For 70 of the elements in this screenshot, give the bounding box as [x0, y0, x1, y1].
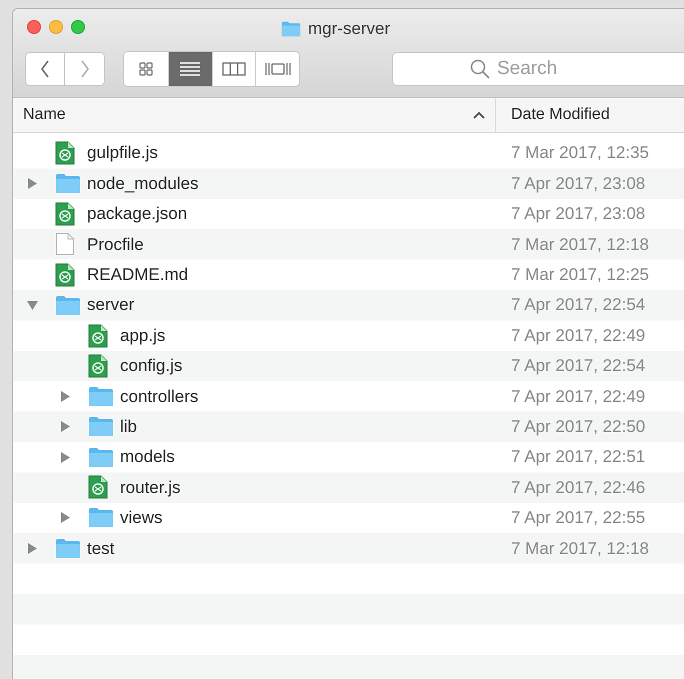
folder-icon	[88, 507, 114, 528]
script-file-icon	[88, 354, 108, 378]
file-name[interactable]: Procfile	[87, 232, 144, 258]
file-name[interactable]: test	[87, 536, 114, 562]
date-modified: 7 Mar 2017, 12:18	[510, 538, 649, 560]
search-field[interactable]: Search	[392, 52, 684, 86]
view-mode-button[interactable]	[168, 52, 212, 86]
date-modified: 7 Apr 2017, 22:55	[510, 507, 646, 530]
document-icon	[55, 232, 75, 256]
view-mode-button[interactable]	[255, 52, 299, 86]
file-name[interactable]: config.js	[120, 353, 182, 379]
view-mode-button[interactable]	[124, 52, 168, 86]
file-name[interactable]: node_modules	[87, 170, 199, 196]
file-name[interactable]: controllers	[120, 384, 198, 410]
date-modified: 7 Apr 2017, 22:54	[510, 294, 646, 316]
date-modified: 7 Apr 2017, 22:50	[510, 416, 646, 438]
cover-flow-icon	[264, 61, 292, 77]
folder-icon	[88, 446, 114, 468]
back-button[interactable]	[25, 52, 65, 86]
disclosure-triangle-icon[interactable]	[27, 300, 38, 311]
date-modified: 7 Apr 2017, 22:49	[510, 386, 646, 408]
disclosure-triangle-icon[interactable]	[60, 421, 71, 432]
disclosure-triangle-icon[interactable]	[60, 452, 71, 463]
zoom-button[interactable]	[71, 20, 85, 34]
folder-icon	[55, 538, 81, 559]
script-file-icon	[55, 202, 75, 226]
date-modified: 7 Apr 2017, 22:51	[510, 446, 646, 468]
date-modified: 7 Mar 2017, 12:35	[510, 142, 649, 164]
date-modified: 7 Apr 2017, 23:08	[510, 172, 646, 195]
chevron-right-icon	[80, 60, 90, 78]
column-header[interactable]: Name	[13, 98, 496, 132]
folder-icon	[88, 386, 114, 407]
folder-icon	[55, 294, 81, 316]
window-title: mgr-server	[308, 18, 390, 40]
disclosure-triangle-icon[interactable]	[27, 542, 38, 554]
file-name[interactable]: README.md	[87, 262, 188, 288]
column-header[interactable]: Date Modified	[496, 98, 684, 132]
file-name[interactable]: package.json	[87, 201, 188, 227]
script-file-icon	[88, 324, 108, 348]
file-name[interactable]: gulpfile.js	[87, 140, 158, 166]
disclosure-triangle-icon[interactable]	[60, 512, 71, 524]
script-file-icon	[55, 141, 75, 166]
date-modified: 7 Mar 2017, 12:18	[510, 234, 649, 256]
view-mode-button[interactable]	[212, 52, 256, 86]
columns-icon	[222, 61, 246, 77]
date-modified: 7 Apr 2017, 23:08	[510, 203, 646, 226]
disclosure-triangle-icon[interactable]	[60, 390, 71, 402]
script-file-icon	[55, 262, 75, 287]
disclosure-triangle-icon[interactable]	[27, 178, 38, 190]
list-icon	[179, 61, 202, 77]
search-icon	[470, 59, 490, 79]
file-name[interactable]: models	[120, 444, 175, 470]
script-file-icon	[88, 475, 108, 500]
date-modified: 7 Apr 2017, 22:54	[510, 355, 646, 378]
file-name[interactable]: lib	[120, 414, 138, 440]
forward-button[interactable]	[65, 52, 105, 86]
folder-icon	[281, 20, 301, 37]
date-modified: 7 Apr 2017, 22:46	[510, 476, 646, 499]
file-name[interactable]: views	[120, 505, 163, 531]
chevron-left-icon	[40, 60, 50, 78]
file-name[interactable]: app.js	[120, 322, 166, 348]
grid-icon	[138, 61, 154, 77]
date-modified: 7 Apr 2017, 22:49	[510, 324, 646, 347]
file-name[interactable]: router.js	[120, 474, 180, 500]
date-modified: 7 Mar 2017, 12:25	[510, 264, 649, 286]
folder-icon	[88, 416, 114, 438]
file-name[interactable]: server	[87, 292, 134, 318]
minimize-button[interactable]	[49, 20, 63, 34]
folder-icon	[55, 173, 81, 194]
close-button[interactable]	[27, 20, 41, 34]
